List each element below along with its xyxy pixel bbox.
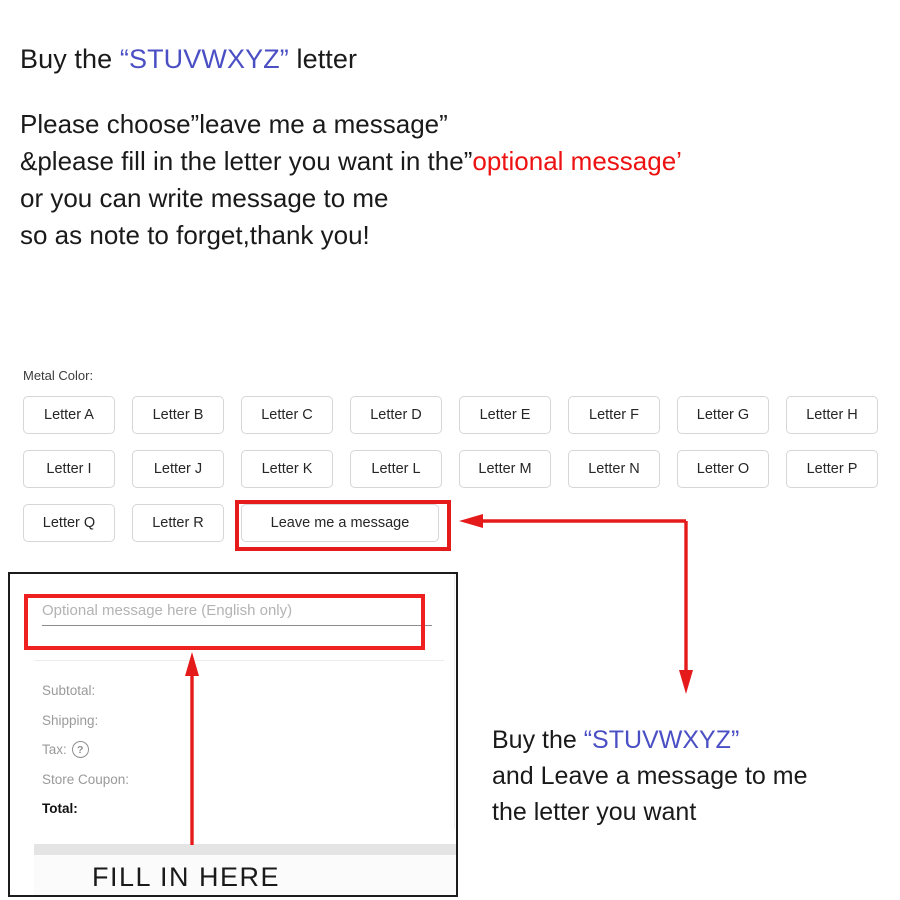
footer-caption-line-2: and Leave a message to me (492, 762, 808, 790)
variant-option-letter-e[interactable]: Letter E (459, 396, 551, 434)
fill-in-here-label: FILL IN HERE (92, 861, 281, 892)
page-title-letters: “STUVWXYZ” (119, 44, 289, 74)
instruction-line-2-suffix: ’ (676, 146, 682, 176)
variant-option-grid: Letter A Letter B Letter C Letter D Lett… (23, 396, 883, 542)
cart-row-total: Total: (42, 794, 129, 824)
variant-option-letter-n[interactable]: Letter N (568, 450, 660, 488)
instruction-line-2-highlight: optional message (472, 146, 677, 176)
cart-separator-bar (34, 844, 456, 855)
instruction-line-4: so as note to forget,thank you! (20, 220, 370, 250)
cart-summary-body: Optional message here (English only) Sub… (10, 574, 455, 829)
variant-option-letter-h[interactable]: Letter H (786, 396, 878, 434)
footer-caption-line-3: the letter you want (492, 798, 697, 826)
variant-group-label: Metal Color: (23, 368, 94, 383)
cart-row-shipping-label: Shipping: (42, 712, 99, 728)
variant-option-letter-d[interactable]: Letter D (350, 396, 442, 434)
variant-option-letter-f[interactable]: Letter F (568, 396, 660, 434)
cart-row-store-coupon-label: Store Coupon: (42, 771, 130, 787)
page-title-suffix: letter (288, 44, 358, 74)
cart-row-tax: Tax: ? (42, 735, 129, 765)
page-title: Buy the “STUVWXYZ” letter (20, 42, 357, 77)
instruction-line-1: Please choose”leave me a message” (20, 109, 448, 139)
instructions-block: Please choose”leave me a message” &pleas… (20, 106, 682, 254)
instruction-line-2-prefix: &please fill in the letter you want in t… (20, 146, 473, 176)
variant-option-letter-g[interactable]: Letter G (677, 396, 769, 434)
variant-option-letter-j[interactable]: Letter J (132, 450, 224, 488)
cart-row-store-coupon: Store Coupon: (42, 765, 129, 795)
variant-option-leave-a-message[interactable]: Leave me a message (241, 504, 439, 542)
variant-option-letter-b[interactable]: Letter B (132, 396, 224, 434)
instruction-line-2: &please fill in the letter you want in t… (20, 143, 682, 180)
variant-option-letter-l[interactable]: Letter L (350, 450, 442, 488)
variant-option-letter-p[interactable]: Letter P (786, 450, 878, 488)
footer-caption-letters: “STUVWXYZ” (583, 726, 740, 754)
help-circle-icon[interactable]: ? (71, 741, 89, 759)
cart-totals-list: Subtotal: Shipping: Tax: ? Store Coupon:… (42, 676, 129, 824)
footer-caption-line-1: Buy the “STUVWXYZ” (492, 722, 807, 758)
variant-option-letter-c[interactable]: Letter C (241, 396, 333, 434)
cart-row-subtotal: Subtotal: (42, 676, 129, 706)
cart-row-total-label: Total: (42, 801, 78, 817)
cart-row-subtotal-label: Subtotal: (42, 683, 96, 699)
variant-option-letter-k[interactable]: Letter K (241, 450, 333, 488)
instruction-line-3: or you can write message to me (20, 183, 389, 213)
footer-caption: Buy the “STUVWXYZ” and Leave a message t… (492, 722, 807, 830)
fill-in-here-strip: FILL IN HERE (34, 855, 456, 895)
variant-option-letter-i[interactable]: Letter I (23, 450, 115, 488)
cart-divider (34, 660, 444, 661)
footer-caption-prefix: Buy the (492, 726, 584, 754)
page-title-prefix: Buy the (20, 44, 120, 74)
variant-option-letter-a[interactable]: Letter A (23, 396, 115, 434)
cart-row-tax-label: Tax: (42, 742, 67, 758)
variant-option-letter-q[interactable]: Letter Q (23, 504, 115, 542)
cart-row-shipping: Shipping: (42, 706, 129, 736)
variant-option-letter-r[interactable]: Letter R (132, 504, 224, 542)
optional-message-input[interactable]: Optional message here (English only) (42, 602, 432, 626)
variant-option-letter-o[interactable]: Letter O (677, 450, 769, 488)
cart-summary-panel: Optional message here (English only) Sub… (8, 572, 458, 897)
variant-option-letter-m[interactable]: Letter M (459, 450, 551, 488)
